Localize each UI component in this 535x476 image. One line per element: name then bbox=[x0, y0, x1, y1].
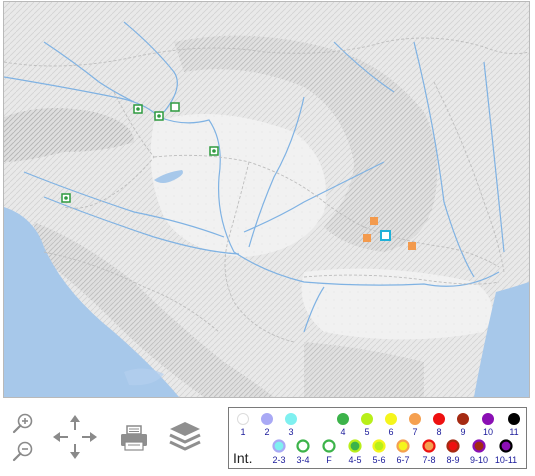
marker-9[interactable] bbox=[380, 230, 391, 241]
legend-symbol-1 bbox=[237, 413, 249, 425]
legend-symbol-4 bbox=[337, 413, 349, 425]
legend-symbol-6 bbox=[385, 413, 397, 425]
legend-label-2: 2 bbox=[264, 427, 269, 437]
legend-label-3-4: 3-4 bbox=[296, 455, 309, 465]
legend-symbol-11 bbox=[508, 413, 520, 425]
legend-title: Int. bbox=[233, 450, 252, 466]
legend-label-7: 7 bbox=[412, 427, 417, 437]
marker-7[interactable] bbox=[363, 234, 371, 242]
legend-label-5-6: 5-6 bbox=[372, 455, 385, 465]
legend-symbol-5 bbox=[361, 413, 373, 425]
print-icon[interactable] bbox=[119, 424, 149, 452]
legend-canvas: Int. 1 2 3 4 5 6 7 8 9 10 11 2-3 3-4 F 4-5 5-6 6-7 7-8 8-9… bbox=[233, 413, 520, 466]
legend-symbol-3 bbox=[285, 413, 297, 425]
legend-symbol-2 bbox=[261, 413, 273, 425]
pan-icon[interactable] bbox=[52, 414, 98, 460]
intensity-legend: Int. 1 2 3 4 5 6 7 8 9 10 11 2-3 3-4 F 4-5 5-6 6-7 7-8 8-9… bbox=[228, 407, 527, 469]
legend-symbol-6-7 bbox=[396, 439, 410, 453]
legend-symbol-4-5 bbox=[348, 439, 362, 453]
marker-3[interactable] bbox=[170, 102, 180, 112]
legend-symbol-8 bbox=[433, 413, 445, 425]
map-canvas[interactable] bbox=[4, 2, 529, 397]
legend-symbol-5-6 bbox=[372, 439, 386, 453]
legend-symbol-7 bbox=[409, 413, 421, 425]
legend-label-7-8: 7-8 bbox=[422, 455, 435, 465]
legend-label-F: F bbox=[326, 455, 332, 465]
zoom-in-icon[interactable] bbox=[10, 412, 36, 434]
legend-symbol-F bbox=[322, 439, 336, 453]
legend-label-2-3: 2-3 bbox=[272, 455, 285, 465]
legend-symbol-10-11 bbox=[499, 439, 513, 453]
map-view[interactable] bbox=[3, 1, 530, 398]
layers-icon[interactable] bbox=[168, 420, 202, 454]
marker-4[interactable] bbox=[209, 146, 219, 156]
marker-8[interactable] bbox=[408, 242, 416, 250]
legend-label-10-11: 10-11 bbox=[495, 455, 517, 465]
legend-label-9-10: 9-10 bbox=[470, 455, 488, 465]
marker-5[interactable] bbox=[61, 193, 71, 203]
legend-symbol-9-10 bbox=[472, 439, 486, 453]
legend-label-6: 6 bbox=[388, 427, 393, 437]
legend-label-4-5: 4-5 bbox=[348, 455, 361, 465]
legend-label-8-9: 8-9 bbox=[446, 455, 459, 465]
legend-symbol-10 bbox=[482, 413, 494, 425]
legend-label-1: 1 bbox=[240, 427, 245, 437]
legend-label-8: 8 bbox=[436, 427, 441, 437]
legend-label-9: 9 bbox=[460, 427, 465, 437]
legend-label-5: 5 bbox=[364, 427, 369, 437]
legend-label-3: 3 bbox=[288, 427, 293, 437]
legend-symbol-9 bbox=[457, 413, 469, 425]
legend-label-10: 10 bbox=[483, 427, 493, 437]
marker-6[interactable] bbox=[370, 217, 378, 225]
legend-symbol-3-4 bbox=[296, 439, 310, 453]
zoom-out-icon[interactable] bbox=[10, 440, 36, 462]
legend-label-6-7: 6-7 bbox=[396, 455, 409, 465]
map-toolbar bbox=[0, 400, 228, 476]
marker-2[interactable] bbox=[154, 111, 164, 121]
legend-symbol-2-3 bbox=[272, 439, 286, 453]
legend-label-4: 4 bbox=[340, 427, 345, 437]
legend-symbol-7-8 bbox=[422, 439, 436, 453]
legend-symbol-8-9 bbox=[446, 439, 460, 453]
legend-label-11: 11 bbox=[509, 427, 518, 437]
marker-1[interactable] bbox=[133, 104, 143, 114]
